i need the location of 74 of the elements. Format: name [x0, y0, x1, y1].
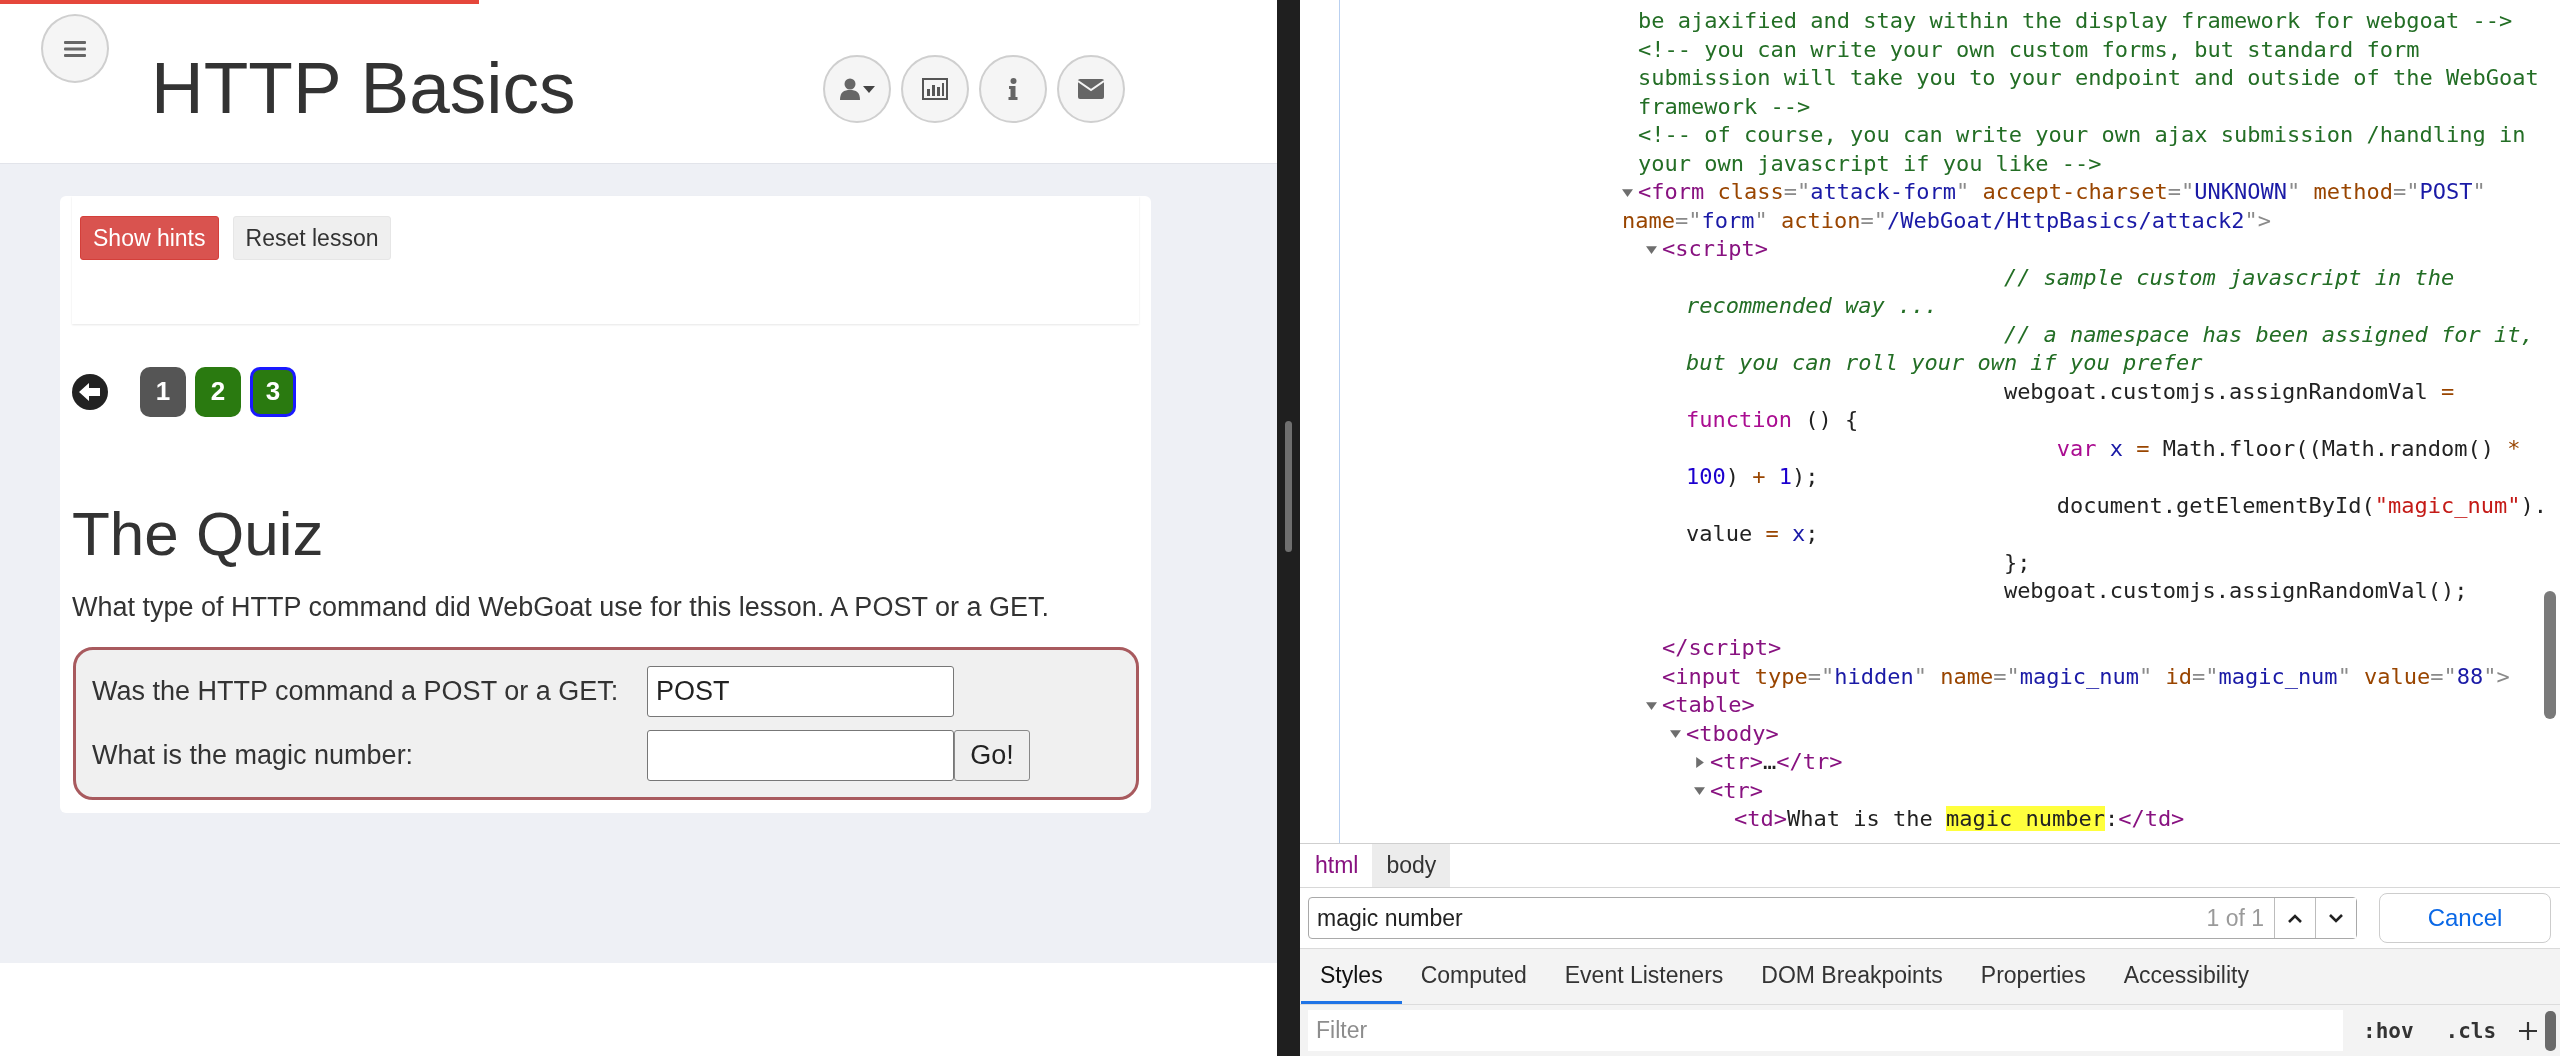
- code-line: <script>: [1662, 235, 1768, 263]
- code-line: <tr>…</tr>: [1710, 748, 1843, 776]
- search-field[interactable]: magic number 1 of 1: [1308, 897, 2357, 939]
- disclosure-triangle-icon[interactable]: [1646, 699, 1657, 711]
- resize-handle[interactable]: [1285, 421, 1292, 552]
- code-line: // a namespace has been assigned for it,: [2002, 320, 2534, 349]
- caret-icon: [862, 85, 875, 93]
- description-text: What type of HTTP command did WebGoat use for this lesson. A POST or a GET.: [72, 591, 1050, 623]
- panel-tab[interactable]: DOM Breakpoints: [1742, 949, 1962, 1004]
- disclosure-triangle-icon[interactable]: [1694, 785, 1705, 797]
- menu-icon: [64, 39, 86, 58]
- panel-tab[interactable]: Properties: [1961, 949, 2105, 1004]
- code-line: 100) + 1);: [1686, 463, 1819, 491]
- code-line: <td>What is the magic number:</td>: [1734, 805, 2185, 833]
- code-line: // sample custom javascript in the: [2002, 263, 2455, 292]
- search-input[interactable]: magic number: [1309, 898, 2207, 938]
- code-line: but you can roll your own if you prefer: [1686, 349, 2203, 377]
- chevron-down-icon: [2329, 913, 2343, 923]
- code-line: recommended way ...: [1686, 292, 1938, 320]
- code-line: document.getElementById("magic_num").: [2055, 491, 2547, 520]
- field-label: Was the HTTP command a POST or a GET:: [92, 676, 620, 707]
- disclosure-triangle-icon[interactable]: [1670, 728, 1681, 740]
- page-button[interactable]: 1: [140, 366, 186, 417]
- show-hints-button[interactable]: Show hints: [80, 216, 219, 260]
- field-label: What is the magic number:: [92, 740, 415, 771]
- code-line: <tbody>: [1686, 719, 1779, 748]
- code-line: be ajaxified and stay within the display framework for webgoat -->: [1638, 7, 2513, 35]
- page-title: HTTP Basics: [151, 51, 576, 124]
- input-field[interactable]: [647, 730, 954, 781]
- info-icon: [1008, 78, 1018, 100]
- section-heading: The Quiz: [72, 503, 325, 565]
- code-line: <!-- of course, you can write your own ajax submission /handling in: [1638, 121, 2526, 149]
- code-line: </script>: [1662, 634, 1782, 662]
- match-count: 1 of 1: [2206, 904, 2265, 932]
- bar-chart-icon: [922, 78, 948, 100]
- page-button[interactable]: 3: [250, 366, 296, 417]
- filter-field[interactable]: Filter: [1308, 1010, 2343, 1051]
- code-line: var x = Math.floor((Math.random() *: [2055, 434, 2521, 463]
- code-line: <tr>: [1710, 776, 1763, 805]
- code-line: submission will take you to your endpoint and outside of the WebGoat: [1638, 64, 2539, 92]
- page-button[interactable]: 2: [195, 366, 241, 417]
- chevron-up-icon: [2288, 913, 2302, 923]
- code-line: <table>: [1662, 691, 1755, 719]
- input-field[interactable]: POST: [647, 666, 954, 717]
- disclosure-triangle-icon[interactable]: [1646, 243, 1657, 255]
- toggle-button[interactable]: .cls: [2433, 1018, 2509, 1043]
- scrollbar-thumb[interactable]: [2544, 591, 2556, 719]
- code-line: <!-- you can write your own custom forms, but standard form: [1638, 35, 2420, 64]
- panel-tab[interactable]: Event Listeners: [1545, 949, 1743, 1004]
- user-icon: [839, 78, 860, 100]
- next-match-button[interactable]: [2315, 898, 2356, 938]
- code-line: your own javascript if you like -->: [1638, 149, 2102, 178]
- breadcrumb[interactable]: body: [1372, 844, 1451, 887]
- go-button[interactable]: Go!: [954, 730, 1030, 781]
- code-line: };: [2002, 548, 2031, 577]
- code-line: name="form" action="/WebGoat/HttpBasics/attack2">: [1622, 206, 2272, 235]
- cancel-button[interactable]: Cancel: [2379, 893, 2551, 943]
- plus-icon[interactable]: [2518, 1020, 2539, 1041]
- code-line: function () {: [1686, 406, 1859, 434]
- disclosure-triangle-icon[interactable]: [1694, 756, 1705, 768]
- toggle-button[interactable]: :hov: [2351, 1018, 2426, 1043]
- breadcrumb[interactable]: html: [1301, 844, 1373, 887]
- panel-tab[interactable]: Computed: [1401, 949, 1546, 1004]
- disclosure-triangle-icon[interactable]: [1622, 186, 1633, 198]
- code-line: webgoat.customjs.assignRandomVal();: [2002, 577, 2468, 605]
- panel-tab[interactable]: Accessibility: [2104, 949, 2268, 1004]
- envelope-icon: [1078, 79, 1104, 99]
- code-line: <input type="hidden" name="magic_num" id="magic_num" value="88">: [1662, 662, 2510, 691]
- reset-lesson-button[interactable]: Reset lesson: [232, 216, 392, 260]
- code-line: framework -->: [1638, 92, 1811, 121]
- code-line: value = x;: [1686, 520, 1819, 548]
- scrollbar-thumb[interactable]: [2545, 1011, 2556, 1051]
- code-line: webgoat.customjs.assignRandomVal =: [2002, 377, 2455, 406]
- code-line: <form class="attack-form" accept-charset="UNKNOWN" method="POST": [1638, 178, 2486, 206]
